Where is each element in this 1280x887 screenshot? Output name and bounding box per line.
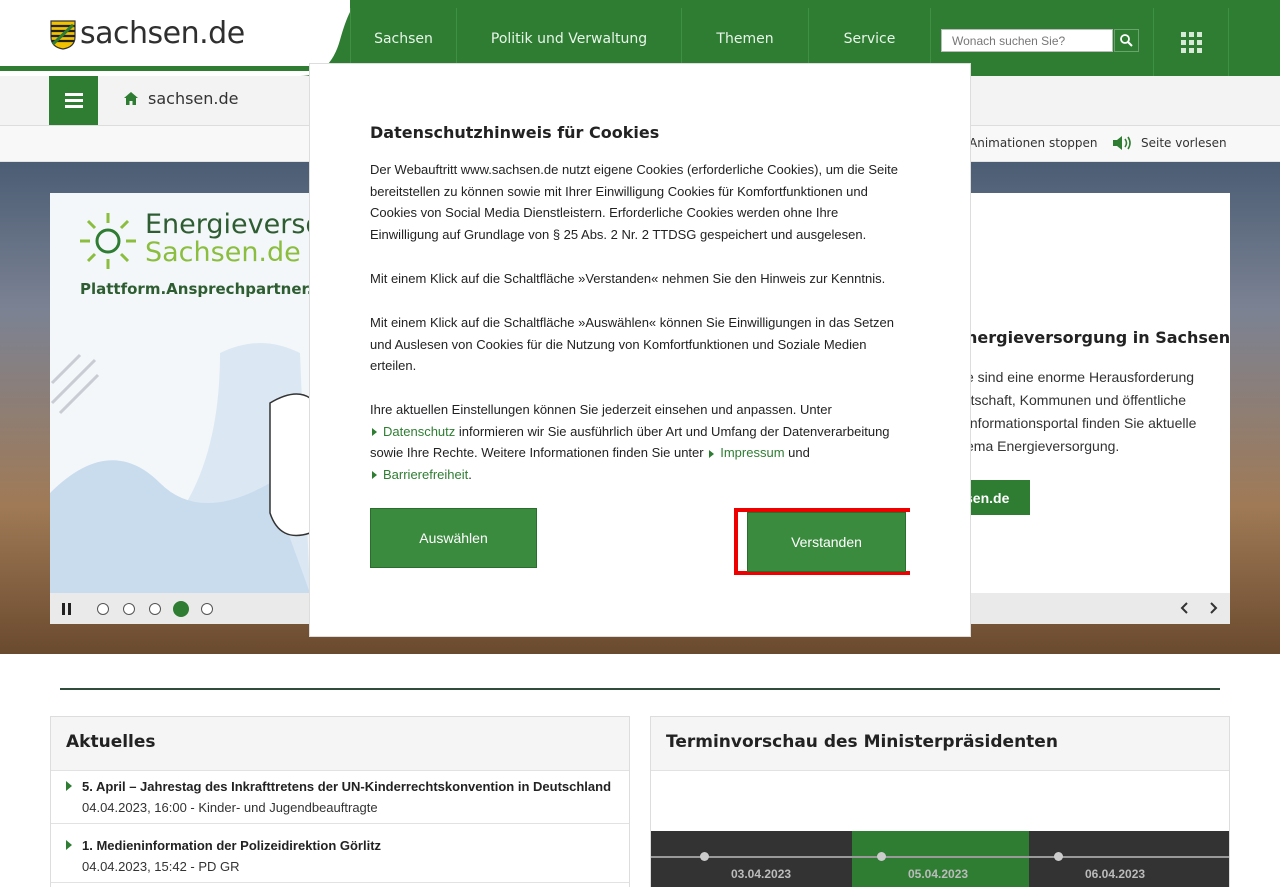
cookie-text-intro: Der Webauftritt www.sachsen.de nutzt eig… <box>370 162 898 242</box>
news-item-title[interactable]: 1. Medieninformation der Polizeidirektio… <box>66 838 614 853</box>
search-icon <box>1120 34 1133 47</box>
search-input[interactable]: Wonach suchen Sie? <box>941 29 1113 52</box>
breadcrumb-home-link[interactable]: sachsen.de <box>148 89 238 108</box>
cookie-text-select-info: Mit einem Klick auf die Schaltfläche »Au… <box>370 315 894 373</box>
speaker-icon <box>1113 136 1131 150</box>
link-arrow-icon <box>372 428 377 437</box>
timeline-dot[interactable] <box>877 852 886 861</box>
news-item-meta: 04.04.2023, 15:42 - PD GR <box>82 859 240 874</box>
read-aloud-button[interactable]: Seite vorlesen <box>1113 136 1227 150</box>
timeline-dot[interactable] <box>1054 852 1063 861</box>
slide-dot-3[interactable] <box>149 603 161 615</box>
chevron-left-icon[interactable] <box>1180 602 1188 614</box>
chevron-right-icon[interactable] <box>1210 602 1218 614</box>
breadcrumb: sachsen.de <box>124 89 238 108</box>
timeline-dot[interactable] <box>700 852 709 861</box>
pause-icon[interactable] <box>62 603 72 615</box>
read-aloud-label: Seite vorlesen <box>1141 136 1227 150</box>
cookie-text-accept-info: Mit einem Klick auf die Schaltfläche »Ve… <box>370 271 886 286</box>
slide-dot-4[interactable] <box>173 601 189 617</box>
apps-grid-button[interactable] <box>1153 8 1229 76</box>
cookie-dialog-title: Datenschutzhinweis für Cookies <box>370 123 660 142</box>
cookie-consent-dialog: Datenschutzhinweis für Cookies Der Webau… <box>310 64 970 636</box>
timeline-date[interactable]: 03.04.2023 <box>731 867 791 881</box>
header-divider <box>0 66 320 71</box>
content-divider <box>60 688 1220 690</box>
timeline-date[interactable]: 06.04.2023 <box>1085 867 1145 881</box>
link-arrow-icon <box>709 449 715 458</box>
link-arrow-icon <box>372 471 377 480</box>
slide-dot-1[interactable] <box>97 603 109 615</box>
news-item-title[interactable]: 5. April – Jahrestag des Inkrafttretens … <box>66 779 614 794</box>
hamburger-icon <box>64 93 83 108</box>
timeline-line <box>651 856 1229 858</box>
stop-animations-button[interactable]: Animationen stoppen <box>969 136 1098 150</box>
home-icon[interactable] <box>124 92 138 105</box>
slide-dot-2[interactable] <box>123 603 135 615</box>
news-heading: Aktuelles <box>51 717 629 771</box>
accept-cookies-button[interactable]: Verstanden <box>747 512 906 572</box>
news-item-meta: 04.04.2023, 16:00 - Kinder- und Jugendbe… <box>82 800 378 815</box>
search-button[interactable] <box>1114 29 1139 52</box>
news-item[interactable]: 1. Medieninformation der Polizeidirektio… <box>51 830 629 883</box>
accessibility-link[interactable]: Barrierefreiheit <box>383 467 468 482</box>
grid-icon <box>1180 31 1202 53</box>
select-cookies-button[interactable]: Auswählen <box>370 508 537 568</box>
cookie-text-settings: Ihre aktuellen Einstellungen können Sie … <box>370 402 890 482</box>
schedule-heading: Terminvorschau des Ministerpräsidenten <box>651 717 1229 771</box>
news-item[interactable]: 5. April – Jahrestag des Inkrafttretens … <box>51 771 629 824</box>
saxony-crest-icon <box>50 20 76 50</box>
site-logo-text[interactable]: sachsen.de <box>80 16 245 51</box>
menu-button[interactable] <box>49 76 98 125</box>
timeline-date[interactable]: 05.04.2023 <box>908 867 968 881</box>
schedule-timeline: 03.04.2023 05.04.2023 06.04.2023 <box>651 831 1229 887</box>
news-panel: Aktuelles 5. April – Jahrestag des Inkra… <box>50 716 630 887</box>
privacy-link[interactable]: Datenschutz <box>383 424 455 439</box>
stop-animations-label: Animationen stoppen <box>969 136 1098 150</box>
hero-image-title: Energieversor Sachsen.de <box>145 209 334 268</box>
hero-image-tagline: Plattform.Ansprechpartner.Inf <box>80 280 336 298</box>
hero-text: e sind eine enorme Herausforderung rtsch… <box>966 369 1197 454</box>
energy-sun-logo-icon <box>80 213 136 269</box>
hero-title: nergieversorgung in Sachsen <box>966 328 1231 347</box>
slide-dot-5[interactable] <box>201 603 213 615</box>
imprint-link[interactable]: Impressum <box>720 445 784 460</box>
